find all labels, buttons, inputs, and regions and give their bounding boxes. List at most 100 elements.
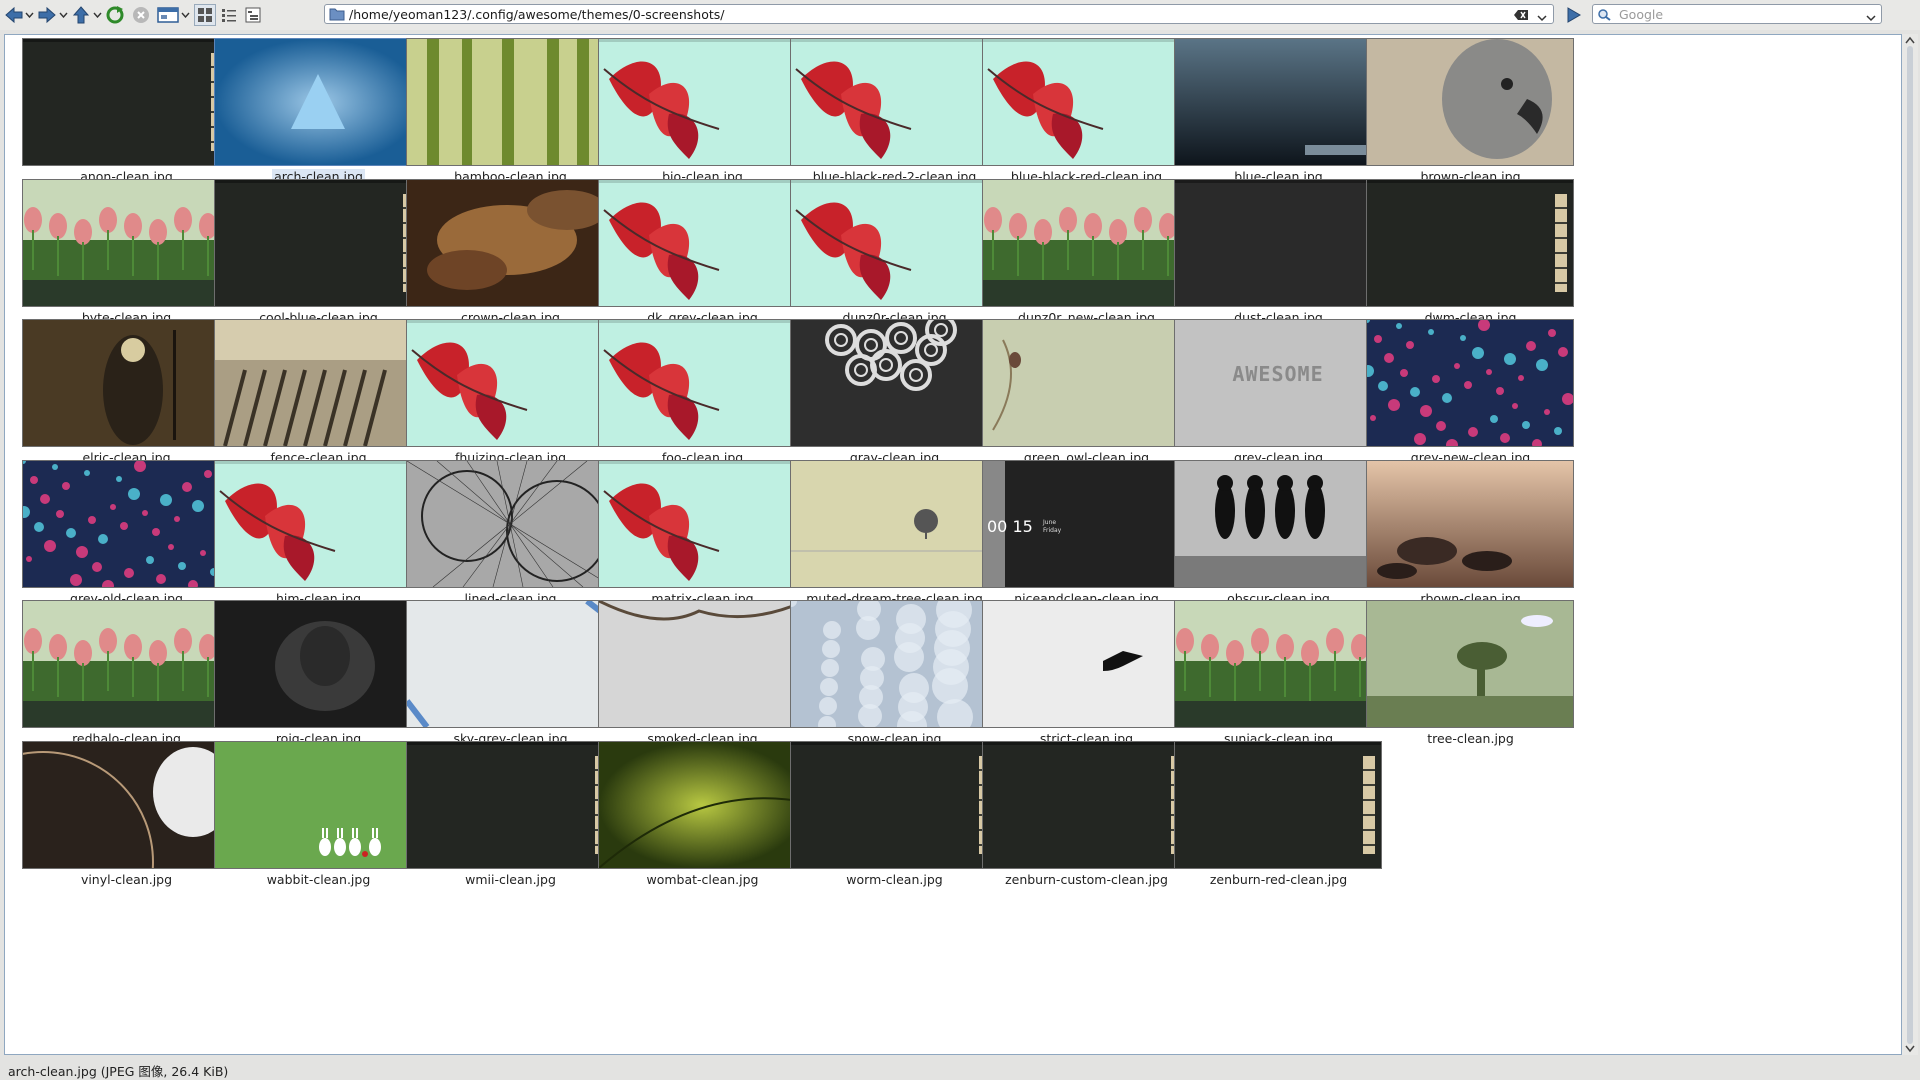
file-thumbnail[interactable]: AWESOME [1174, 319, 1382, 447]
file-thumbnail[interactable] [598, 740, 806, 869]
search-bar[interactable]: Google [1592, 4, 1882, 24]
file-thumbnail[interactable] [790, 38, 998, 166]
up-button[interactable] [70, 4, 92, 26]
chevron-down-icon [59, 12, 68, 18]
file-icon-view[interactable]: anon-clean.jpg arch-clean.jpg bamboo-clean… [4, 34, 1902, 1055]
file-thumbnail[interactable] [1366, 178, 1574, 307]
file-thumbnail[interactable] [406, 319, 614, 447]
file-thumbnail[interactable] [1174, 178, 1382, 307]
reload-button[interactable] [104, 4, 126, 26]
file-name[interactable]: zenburn-red-clean.jpg [1161, 872, 1396, 887]
folder-icon [329, 8, 345, 21]
back-history-dropdown[interactable] [24, 4, 35, 26]
file-thumbnail[interactable] [790, 459, 998, 588]
location-bar[interactable]: /home/yeoman123/.config/awesome/themes/0… [324, 4, 1554, 24]
toolbar: /home/yeoman123/.config/awesome/themes/0… [0, 0, 1920, 30]
file-thumbnail[interactable] [22, 38, 230, 166]
thumb-topbar [791, 741, 997, 745]
file-thumbnail[interactable] [982, 319, 1190, 447]
file-thumbnail[interactable] [214, 459, 422, 588]
clock-thumb-day: June [1043, 518, 1057, 526]
stop-icon [133, 7, 149, 23]
search-engine-dropdown[interactable] [1866, 8, 1876, 27]
file-thumbnail[interactable] [22, 178, 230, 307]
go-button[interactable] [1562, 4, 1586, 26]
back-arrow-icon [5, 6, 23, 24]
file-name-label: zenburn-red-clean.jpg [1209, 871, 1348, 887]
status-text: arch-clean.jpg (JPEG 图像, 26.4 KiB) [8, 1064, 229, 1079]
scroll-up-icon[interactable] [1905, 36, 1915, 44]
file-name-label: wombat-clean.jpg [646, 871, 759, 887]
search-engine-icon [1598, 9, 1611, 21]
details-view-icon [222, 9, 236, 22]
file-thumbnail[interactable] [982, 740, 1190, 869]
up-dropdown[interactable] [92, 4, 103, 26]
thumb-topbar [1175, 741, 1381, 745]
clear-location-button[interactable] [1513, 7, 1529, 26]
file-thumbnail[interactable] [406, 740, 614, 869]
file-name-label: wabbit-clean.jpg [266, 871, 371, 887]
file-thumbnail[interactable] [598, 178, 806, 307]
file-thumbnail[interactable] [790, 740, 998, 869]
file-thumbnail[interactable] [1174, 740, 1382, 869]
file-thumbnail[interactable] [406, 38, 614, 166]
file-thumbnail[interactable] [406, 178, 614, 307]
file-thumbnail[interactable] [790, 600, 998, 728]
file-thumbnail[interactable] [982, 600, 1190, 728]
file-thumbnail[interactable] [982, 178, 1190, 307]
icons-view-button[interactable] [194, 4, 216, 26]
file-thumbnail[interactable] [598, 319, 806, 447]
file-thumbnail[interactable] [982, 38, 1190, 166]
back-button[interactable] [3, 4, 25, 26]
file-thumbnail[interactable] [406, 459, 614, 588]
file-thumbnail[interactable] [214, 600, 422, 728]
scrollbar-thumb[interactable] [1907, 46, 1913, 1044]
chevron-down-icon [93, 12, 102, 18]
file-name-label: worm-clean.jpg [846, 871, 943, 887]
stop-button[interactable] [130, 4, 152, 26]
file-thumbnail[interactable] [1366, 38, 1574, 166]
scroll-down-icon[interactable] [1905, 1045, 1915, 1053]
thumb-topbar [215, 179, 421, 183]
vertical-scrollbar[interactable] [1902, 34, 1918, 1055]
file-thumbnail[interactable] [790, 319, 998, 447]
file-thumbnail[interactable] [1366, 600, 1574, 728]
file-item[interactable]: zenburn-red-clean.jpg [1161, 738, 1396, 906]
file-name-label: wmii-clean.jpg [465, 871, 556, 887]
thumb-topbar [407, 741, 613, 745]
file-thumbnail[interactable] [1366, 319, 1574, 447]
file-thumbnail[interactable]: 00 15 June Friday [982, 459, 1190, 588]
file-thumbnail[interactable] [1174, 459, 1382, 588]
clock-thumb-weekday: Friday [1043, 526, 1062, 534]
view-mode-dropdown[interactable] [180, 4, 191, 26]
file-thumbnail[interactable] [214, 740, 422, 869]
tree-view-button[interactable] [242, 4, 264, 26]
forward-button[interactable] [36, 4, 58, 26]
file-thumbnail[interactable] [22, 600, 230, 728]
file-thumbnail[interactable] [1366, 459, 1574, 588]
awesome-logo [1555, 193, 1567, 292]
file-thumbnail[interactable] [406, 600, 614, 728]
details-view-button[interactable] [218, 4, 240, 26]
search-input[interactable]: Google [1619, 7, 1663, 22]
file-thumbnail[interactable] [214, 178, 422, 307]
reload-icon [106, 6, 124, 24]
file-thumbnail[interactable] [790, 178, 998, 307]
file-thumbnail[interactable] [22, 459, 230, 588]
file-thumbnail[interactable] [22, 319, 230, 447]
file-thumbnail[interactable] [214, 38, 422, 166]
file-thumbnail[interactable] [214, 319, 422, 447]
file-thumbnail[interactable] [1174, 38, 1382, 166]
file-thumbnail[interactable] [598, 459, 806, 588]
file-thumbnail[interactable] [598, 600, 806, 728]
chevron-down-icon [181, 12, 190, 18]
location-history-dropdown[interactable] [1537, 8, 1547, 27]
forward-history-dropdown[interactable] [58, 4, 69, 26]
file-thumbnail[interactable] [598, 38, 806, 166]
view-mode-button[interactable] [156, 4, 180, 26]
icons-view-icon [198, 8, 212, 22]
file-thumbnail[interactable] [22, 740, 230, 869]
location-path[interactable]: /home/yeoman123/.config/awesome/themes/0… [349, 7, 725, 22]
file-name-label: zenburn-custom-clean.jpg [1005, 871, 1168, 887]
file-thumbnail[interactable] [1174, 600, 1382, 728]
